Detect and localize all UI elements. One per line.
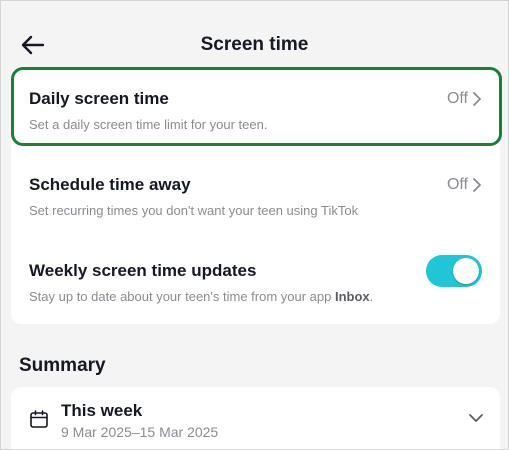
screen-frame: Screen time Daily screen time Off Set a … [0,0,509,450]
inbox-link-text: Inbox [335,289,370,304]
description-suffix: . [369,289,374,304]
week-date-range: 9 Mar 2025–15 Mar 2025 [61,424,219,440]
row-title: Weekly screen time updates [29,261,257,280]
daily-screen-time-row[interactable]: Daily screen time Off Set a daily screen… [11,67,502,146]
row-title: Schedule time away [29,175,191,194]
description-text: Stay up to date about your teen's time f… [29,289,335,304]
toggle-knob [453,258,479,284]
week-selector[interactable]: This week 9 Mar 2025–15 Mar 2025 [11,387,500,449]
chevron-right-icon [473,178,481,192]
row-description: Set a daily screen time limit for your t… [29,117,268,132]
row-value: Off [447,90,482,108]
row-description: Stay up to date about your teen's time f… [29,289,373,304]
row-title: Daily screen time [29,89,169,108]
row-value-text: Off [446,90,468,107]
settings-card: Daily screen time Off Set a daily screen… [11,67,502,324]
row-description: Set recurring times you don't want your … [29,203,359,218]
weekly-updates-toggle[interactable] [426,255,482,287]
page-title: Screen time [200,34,309,55]
row-value-text: Off [446,176,468,193]
chevron-down-icon [469,414,483,422]
summary-heading: Summary [19,355,106,376]
schedule-time-away-row[interactable]: Schedule time away Off Set recurring tim… [11,175,500,235]
calendar-icon [30,410,48,428]
week-title: This week [61,401,143,420]
chevron-right-icon [473,92,481,106]
row-value: Off [447,176,482,194]
weekly-updates-row: Weekly screen time updates Stay up to da… [11,255,500,321]
